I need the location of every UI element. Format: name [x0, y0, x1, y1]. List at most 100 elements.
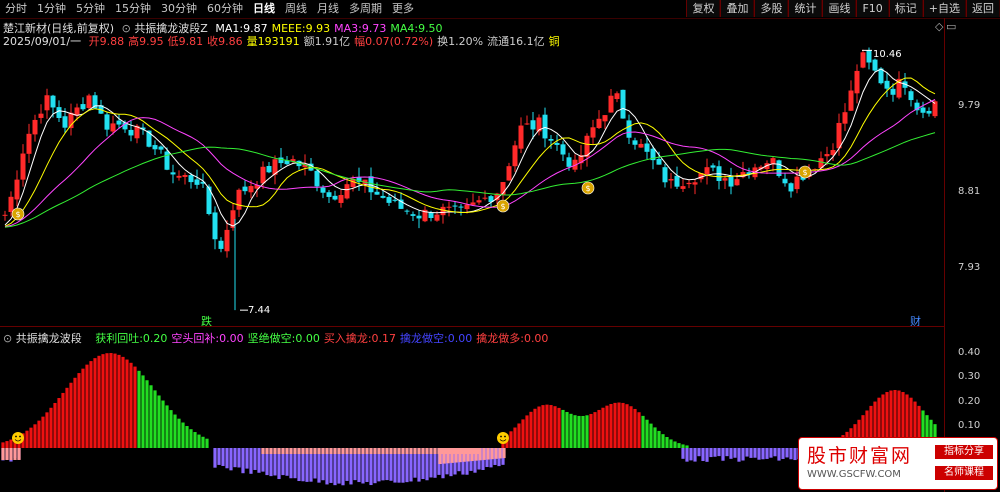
osc-pink-bar	[438, 448, 442, 464]
candlestick	[596, 110, 602, 129]
osc-bar	[61, 392, 65, 448]
osc-bar	[177, 418, 181, 448]
osc-neg-bar	[229, 448, 233, 471]
candlestick	[470, 193, 476, 206]
tab-4[interactable]: 30分钟	[156, 0, 202, 18]
osc-pink-bar	[409, 448, 413, 454]
toolbar-button-2[interactable]: 多股	[754, 0, 789, 17]
price-tick: 9.79	[958, 100, 981, 111]
toolbar-button-1[interactable]: 叠加	[720, 0, 755, 17]
osc-bar	[565, 411, 569, 448]
osc-pink-bar	[297, 448, 301, 454]
osc-pink-bar	[309, 448, 313, 454]
osc-neg-bar	[213, 448, 217, 468]
osc-bar	[653, 427, 657, 448]
osc-bar	[85, 364, 89, 448]
osc-bar	[513, 427, 517, 448]
osc-tick: 0.30	[958, 371, 981, 382]
osc-pink-bar	[1, 448, 5, 460]
osc-pink-bar	[466, 448, 470, 462]
diamond-icon[interactable]: ◇	[935, 20, 943, 33]
osc-bar	[45, 412, 49, 448]
osc-bar	[553, 406, 557, 448]
osc-bar	[101, 354, 105, 448]
osc-pink-bar	[345, 448, 349, 454]
osc-neg-bar	[253, 448, 257, 470]
candlestick	[272, 155, 278, 185]
osc-bar	[577, 415, 581, 448]
toolbar-button-8[interactable]: 返回	[966, 0, 1000, 17]
candlestick	[14, 170, 20, 207]
toolbar-button-4[interactable]: 画线	[822, 0, 857, 17]
candlestick	[728, 167, 734, 195]
osc-neg-bar	[741, 448, 745, 461]
tab-1[interactable]: 1分钟	[32, 0, 71, 18]
candlestick	[218, 237, 224, 253]
osc-bar	[149, 385, 153, 448]
tab-9[interactable]: 多周期	[344, 0, 387, 18]
ma1-line	[4, 68, 936, 227]
osc-bar	[669, 439, 673, 448]
osc-pink-bar	[357, 448, 361, 454]
osc-bar	[685, 445, 689, 448]
tab-7[interactable]: 周线	[280, 0, 312, 18]
candlestick	[704, 158, 710, 185]
osc-tick: 0.40	[958, 347, 981, 358]
osc-bar	[589, 413, 593, 448]
tab-0[interactable]: 分时	[0, 0, 32, 18]
osc-neg-bar	[257, 448, 261, 473]
osc-neg-bar	[245, 448, 249, 469]
tab-8[interactable]: 月线	[312, 0, 344, 18]
tab-3[interactable]: 15分钟	[110, 0, 156, 18]
candlestick	[590, 119, 596, 145]
expand-icon[interactable]: ▭	[946, 20, 956, 33]
osc-pink-bar	[293, 448, 297, 454]
candlestick	[584, 133, 590, 167]
osc-neg-bar	[693, 448, 697, 462]
tab-2[interactable]: 5分钟	[71, 0, 110, 18]
osc-pink-bar	[289, 448, 293, 454]
candlestick	[410, 211, 416, 222]
candlestick	[80, 97, 86, 111]
coin-icon: $	[581, 181, 595, 195]
coin-icon: $	[11, 207, 25, 221]
osc-bar	[105, 353, 109, 448]
toolbar-button-7[interactable]: +自选	[922, 0, 966, 17]
tab-5[interactable]: 60分钟	[202, 0, 248, 18]
osc-bar	[621, 402, 625, 448]
osc-bar	[5, 441, 9, 448]
candlestick	[20, 144, 26, 187]
osc-neg-bar	[701, 448, 705, 461]
toolbar-button-5[interactable]: F10	[856, 0, 889, 17]
candlestick	[464, 198, 470, 214]
toolbar-button-3[interactable]: 统计	[788, 0, 823, 17]
tab-10[interactable]: 更多	[387, 0, 419, 18]
osc-bar	[581, 415, 585, 448]
candlestick	[848, 80, 854, 111]
osc-neg-bar	[789, 448, 793, 460]
osc-neg-bar	[737, 448, 741, 462]
toolbar-button-0[interactable]: 复权	[686, 0, 721, 17]
osc-neg-bar	[689, 448, 693, 461]
candlestick	[2, 210, 8, 221]
price-chart[interactable]: $ $ $ $	[0, 46, 944, 326]
candlestick	[482, 190, 488, 201]
osc-bar	[657, 430, 661, 448]
pane-divider[interactable]	[0, 326, 944, 327]
osc-pink-bar	[429, 448, 433, 454]
candlestick	[746, 167, 752, 179]
watermark: 股市财富网 WWW.GSCFW.COM 指标分享 名师课程	[798, 437, 998, 490]
osc-neg-bar	[785, 448, 789, 458]
candlestick	[656, 151, 662, 165]
candlestick	[578, 145, 584, 170]
osc-bar	[549, 405, 553, 448]
osc-pink-bar	[405, 448, 409, 454]
osc-bar	[153, 390, 157, 448]
osc-pink-bar	[385, 448, 389, 454]
osc-bar	[165, 405, 169, 448]
tab-6[interactable]: 日线	[248, 0, 280, 18]
osc-bar	[113, 353, 117, 448]
osc-neg-bar	[685, 448, 689, 462]
toolbar-button-6[interactable]: 标记	[888, 0, 923, 17]
osc-pink-bar	[301, 448, 305, 454]
